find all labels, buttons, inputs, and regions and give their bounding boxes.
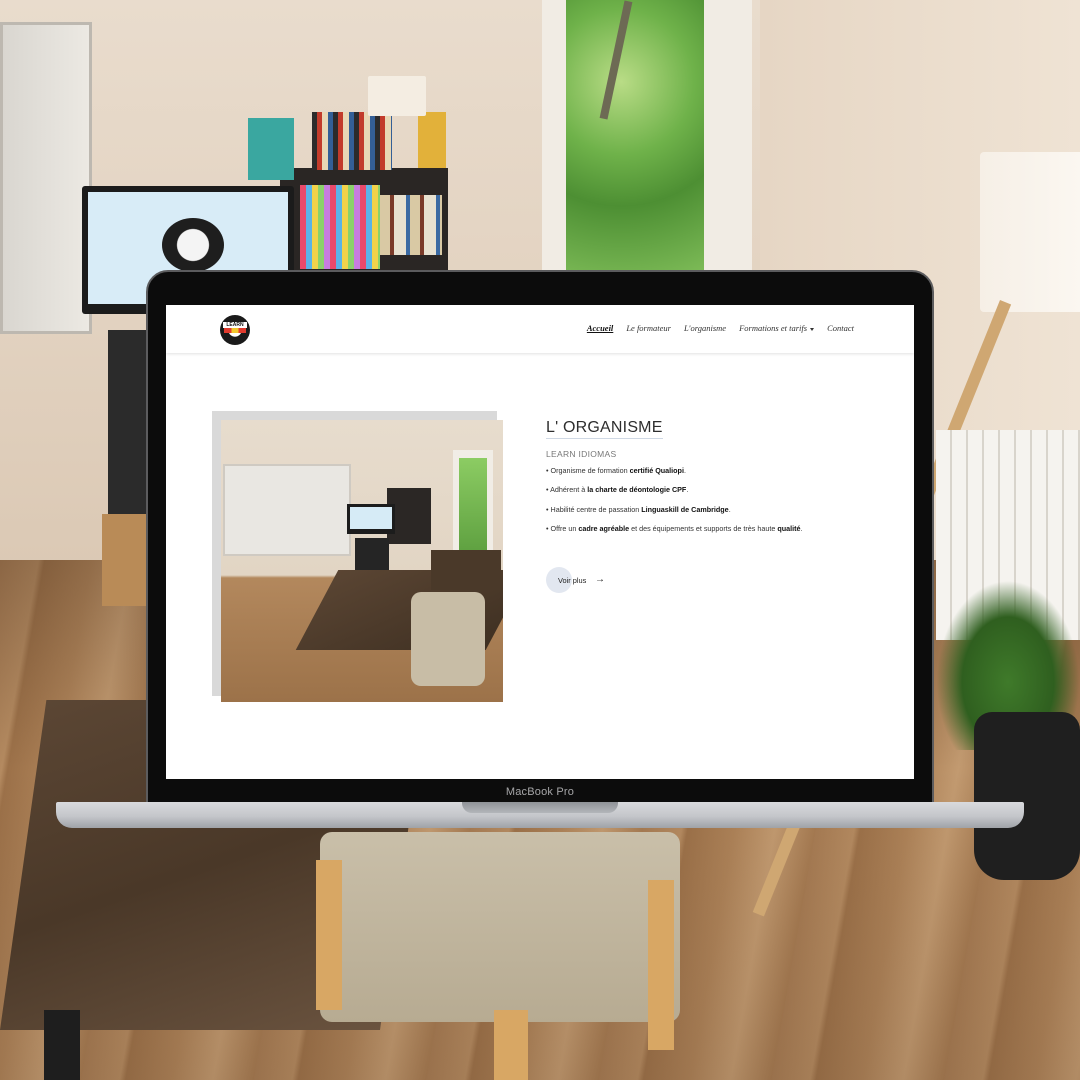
photo-monitor-screen xyxy=(350,507,392,529)
nav-link-organisme[interactable]: L'organisme xyxy=(684,323,726,333)
list-text: . xyxy=(686,485,689,495)
nav-link-formations-dropdown[interactable]: Formations et tarifs xyxy=(739,323,815,333)
logo-flag-band xyxy=(224,328,246,333)
list-text: • Habilité centre de passation xyxy=(546,504,642,514)
site-navbar: LEARN Accueil Le formateur L'organisme F… xyxy=(166,305,914,353)
list-item: • Habilité centre de passation Linguaski… xyxy=(546,505,866,515)
binders xyxy=(300,185,380,269)
desk-leg xyxy=(44,1010,80,1080)
list-text: et des équipements et supports de très h… xyxy=(629,524,778,534)
section-heading: L' ORGANISME xyxy=(546,419,663,439)
laptop-screen: LEARN Accueil Le formateur L'organisme F… xyxy=(166,305,914,779)
features-list: • Organisme de formation certifié Qualio… xyxy=(546,466,866,534)
books xyxy=(380,195,442,255)
desk-lamp xyxy=(368,76,426,116)
list-text: . xyxy=(728,504,731,514)
nav-link-le-formateur[interactable]: Le formateur xyxy=(626,323,671,333)
list-text: • Adhérent à xyxy=(546,485,588,495)
list-text: • Organisme de formation xyxy=(546,466,630,475)
list-item: • Offre un cadre agréable et des équipem… xyxy=(546,524,866,534)
plant-pot xyxy=(974,712,1080,880)
photo-chair xyxy=(411,592,485,686)
list-bold: Linguaskill de Cambridge xyxy=(641,504,729,514)
chair-leg xyxy=(648,880,674,1050)
section-subheading: LEARN IDIOMAS xyxy=(546,449,617,459)
floor-lamp-shade xyxy=(980,152,1080,312)
photo-desk-corner xyxy=(431,550,501,590)
chair-leg xyxy=(494,1010,528,1080)
learn-idiomas-logo[interactable]: LEARN xyxy=(220,315,250,345)
logo-text: LEARN xyxy=(223,322,247,328)
nav-link-accueil[interactable]: Accueil xyxy=(587,323,613,333)
nav-link-contact[interactable]: Contact xyxy=(827,323,854,333)
list-text: • Offre un xyxy=(546,524,579,534)
organisme-section: L' ORGANISME LEARN IDIOMAS • Organisme d… xyxy=(546,419,866,593)
laptop-model-label: MacBook Pro xyxy=(505,786,575,798)
list-bold: cadre agréable xyxy=(578,524,630,534)
list-item: • Adhérent à la charte de déontologie CP… xyxy=(546,485,866,495)
caret-down-icon xyxy=(810,327,815,331)
list-bold: la charte de déontologie CPF xyxy=(587,485,687,495)
monitor-logo-icon xyxy=(162,218,224,272)
photo-window-view xyxy=(459,458,487,556)
whiteboard xyxy=(0,22,92,334)
arrow-right-icon: → xyxy=(595,574,605,585)
voir-plus-button[interactable]: Voir plus → xyxy=(546,567,605,593)
book-yellow xyxy=(418,112,446,168)
top-books xyxy=(312,112,392,170)
chair-leg xyxy=(316,860,342,1010)
list-bold: certifié Qualiopi xyxy=(629,466,684,475)
nav-link-formations-label: Formations et tarifs xyxy=(739,323,808,333)
nav-links: Accueil Le formateur L'organisme Formati… xyxy=(587,323,854,333)
window-view xyxy=(566,0,704,272)
list-text: . xyxy=(683,466,686,475)
chair xyxy=(320,832,680,1022)
list-item: • Organisme de formation certifié Qualio… xyxy=(546,466,866,476)
list-text: . xyxy=(800,524,803,534)
laptop-notch xyxy=(462,802,618,813)
voir-plus-label: Voir plus xyxy=(558,576,587,585)
book-green xyxy=(248,118,294,180)
office-photo xyxy=(221,420,503,702)
list-bold: qualité xyxy=(777,524,801,534)
photo-whiteboard xyxy=(223,464,351,556)
wooden-box xyxy=(102,514,148,606)
